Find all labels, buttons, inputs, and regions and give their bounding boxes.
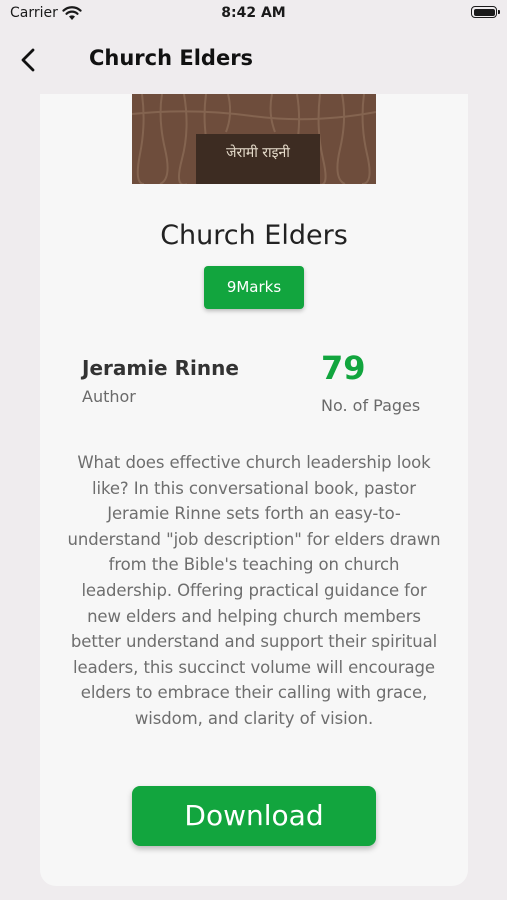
nav-bar: Church Elders xyxy=(0,30,507,90)
download-button[interactable]: Download xyxy=(132,786,376,846)
book-title: Church Elders xyxy=(160,220,348,251)
page-count: 79 xyxy=(321,349,366,387)
page-title: Church Elders xyxy=(89,46,254,70)
status-bar: Carrier 8:42 AM xyxy=(0,0,507,28)
clock: 8:42 AM xyxy=(221,5,286,21)
page-count-label: No. of Pages xyxy=(321,396,421,415)
book-detail-card: जेरामी राइनी Church Elders 9Marks Jerami… xyxy=(40,94,468,886)
author-label: Author xyxy=(82,387,136,406)
book-description: What does effective church leadership lo… xyxy=(67,453,441,728)
cover-author-label: जेरामी राइनी xyxy=(196,134,320,184)
book-cover-image: जेरामी राइनी xyxy=(132,94,376,184)
battery-icon xyxy=(471,6,500,18)
publisher-button[interactable]: 9Marks xyxy=(204,266,304,309)
author-name: Jeramie Rinne xyxy=(82,356,239,380)
back-button[interactable] xyxy=(14,45,44,75)
